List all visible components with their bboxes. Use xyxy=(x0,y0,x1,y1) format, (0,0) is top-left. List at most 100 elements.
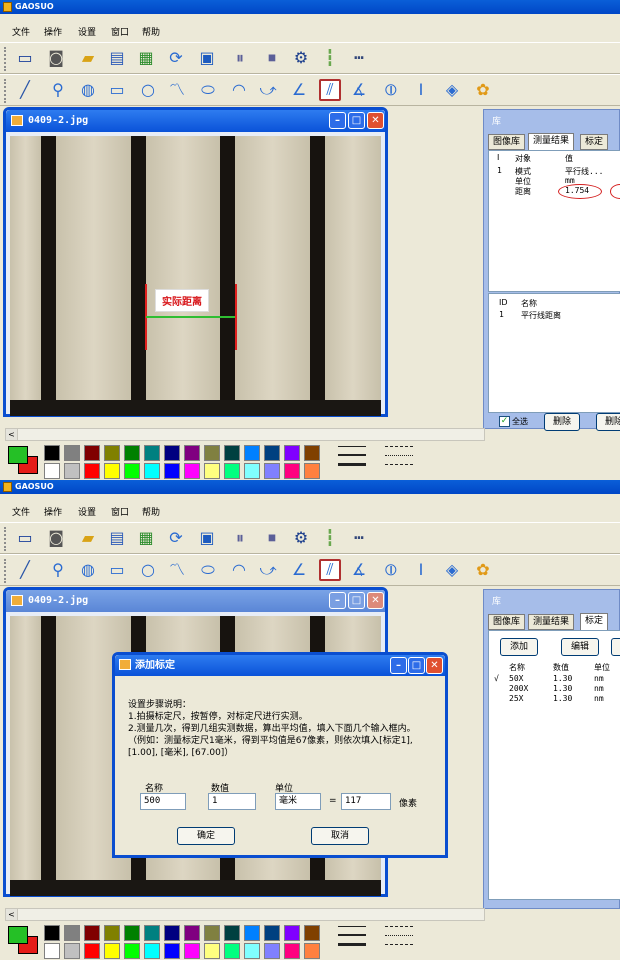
circle-icon[interactable]: ○ xyxy=(137,79,159,101)
list-item-id[interactable]: 1 xyxy=(499,310,504,319)
stop-icon[interactable]: ⏹ xyxy=(261,527,283,549)
menu-help[interactable]: 帮助 xyxy=(142,25,160,38)
color-swatch[interactable] xyxy=(264,445,280,461)
calib-name[interactable]: 200X xyxy=(509,684,528,693)
color-swatch[interactable] xyxy=(184,925,200,941)
measure-line-right[interactable] xyxy=(235,284,237,350)
color-swatch[interactable] xyxy=(244,463,260,479)
foreground-color-swatch[interactable] xyxy=(8,926,28,944)
cancel-button[interactable]: 取消 xyxy=(311,827,369,845)
color-swatch[interactable] xyxy=(164,445,180,461)
tab-measure-results[interactable]: 测量结果 xyxy=(528,614,575,630)
color-swatch[interactable] xyxy=(304,925,320,941)
name-field[interactable]: 500 xyxy=(140,793,186,810)
color-swatch[interactable] xyxy=(44,925,60,941)
value-field[interactable]: 1 xyxy=(208,793,256,810)
angle-icon[interactable]: ∡ xyxy=(348,79,370,101)
color-swatch[interactable] xyxy=(44,943,60,959)
color-swatch[interactable] xyxy=(244,943,260,959)
color-swatch[interactable] xyxy=(84,445,100,461)
zoom-icon[interactable]: ◍ xyxy=(77,79,99,101)
color-swatch[interactable] xyxy=(144,925,160,941)
menu-window[interactable]: 窗口 xyxy=(111,505,129,518)
pixels-field[interactable]: 117 xyxy=(341,793,391,810)
menu-help[interactable]: 帮助 xyxy=(142,505,160,518)
color-swatch[interactable] xyxy=(204,463,220,479)
microscope-image[interactable]: 实际距离 xyxy=(10,136,381,416)
line-width-icon[interactable]: Ⅰ xyxy=(410,79,432,101)
measure-distance-line[interactable] xyxy=(146,316,235,318)
color-swatch[interactable] xyxy=(304,445,320,461)
color-swatch[interactable] xyxy=(264,925,280,941)
delete-all-button[interactable]: 删除 xyxy=(596,413,620,431)
color-swatch[interactable] xyxy=(64,925,80,941)
circle-center-icon[interactable]: ⦶ xyxy=(380,79,402,101)
edit-button[interactable]: 编辑 xyxy=(561,638,599,656)
menu-file[interactable]: 文件 xyxy=(12,25,30,38)
line-style-dotted[interactable] xyxy=(385,455,413,456)
tab-calibration[interactable]: 标定 xyxy=(580,134,609,150)
ellipse-icon[interactable]: ⬭ xyxy=(197,79,219,101)
line-style-thick[interactable] xyxy=(338,943,366,946)
curve-icon[interactable]: ⤻ xyxy=(257,559,279,581)
color-swatch[interactable] xyxy=(204,943,220,959)
line-style-dashdot[interactable] xyxy=(385,944,413,945)
scroll-left-icon[interactable]: < xyxy=(6,429,18,440)
line-icon[interactable]: ╱ xyxy=(14,79,36,101)
curve-icon[interactable]: ⤻ xyxy=(257,79,279,101)
color-swatch[interactable] xyxy=(84,925,100,941)
color-swatch[interactable] xyxy=(284,463,300,479)
line-style-medium[interactable] xyxy=(338,934,366,936)
tab-image-library[interactable]: 图像库 xyxy=(488,134,526,150)
line-width-icon[interactable]: Ⅰ xyxy=(410,559,432,581)
new-icon[interactable]: ▭ xyxy=(14,527,36,549)
circle-center-icon[interactable]: ⦶ xyxy=(380,559,402,581)
menu-settings[interactable]: 设置 xyxy=(78,505,96,518)
tab-measure-results[interactable]: 测量结果 xyxy=(528,133,575,151)
color-swatch[interactable] xyxy=(224,463,240,479)
stop-icon[interactable]: ⏹ xyxy=(261,47,283,69)
color-swatch[interactable] xyxy=(84,943,100,959)
list-item-name[interactable]: 平行线距离 xyxy=(521,310,561,321)
minimize-button[interactable]: – xyxy=(329,592,346,609)
line-style-thick[interactable] xyxy=(338,463,366,466)
foreground-color-swatch[interactable] xyxy=(8,446,28,464)
palette-icon[interactable]: ✿ xyxy=(472,79,494,101)
color-swatch[interactable] xyxy=(164,943,180,959)
color-swatch[interactable] xyxy=(64,445,80,461)
angle-icon[interactable]: ∡ xyxy=(348,559,370,581)
magnifier-icon[interactable]: ⚲ xyxy=(47,79,69,101)
line-style-dashdot[interactable] xyxy=(385,464,413,465)
ok-button[interactable]: 确定 xyxy=(177,827,235,845)
settings-icon[interactable]: ⚙ xyxy=(290,47,312,69)
line-style-solid[interactable] xyxy=(338,446,366,447)
color-swatch[interactable] xyxy=(104,925,120,941)
color-swatch[interactable] xyxy=(44,463,60,479)
circle-icon[interactable]: ○ xyxy=(137,559,159,581)
dialog-maximize-button[interactable]: □ xyxy=(408,657,425,674)
color-swatch[interactable] xyxy=(104,463,120,479)
polyline-icon[interactable]: 〽 xyxy=(166,559,188,581)
menu-operation[interactable]: 操作 xyxy=(44,25,62,38)
point-icon[interactable]: ◈ xyxy=(441,79,463,101)
color-swatch[interactable] xyxy=(284,445,300,461)
horizontal-scrollbar[interactable]: < xyxy=(5,908,485,921)
color-swatch[interactable] xyxy=(64,463,80,479)
menu-settings[interactable]: 设置 xyxy=(78,25,96,38)
add-button[interactable]: 添加 xyxy=(500,638,538,656)
polyline-icon[interactable]: 〽 xyxy=(166,79,188,101)
dialog-close-button[interactable]: ✕ xyxy=(426,657,443,674)
line-style-solid[interactable] xyxy=(338,926,366,927)
color-swatch[interactable] xyxy=(264,943,280,959)
magnifier-icon[interactable]: ⚲ xyxy=(47,559,69,581)
ellipse-icon[interactable]: ⬭ xyxy=(197,559,219,581)
color-swatch[interactable] xyxy=(264,463,280,479)
new-icon[interactable]: ▭ xyxy=(14,47,36,69)
rectangle-icon[interactable]: ▭ xyxy=(106,79,128,101)
line-style-dashed[interactable] xyxy=(385,926,413,927)
color-swatch[interactable] xyxy=(104,943,120,959)
scroll-left-icon[interactable]: < xyxy=(6,909,18,920)
tab-image-library[interactable]: 图像库 xyxy=(488,614,526,630)
close-button[interactable]: ✕ xyxy=(367,112,384,129)
arc-icon[interactable]: ◠ xyxy=(228,79,250,101)
